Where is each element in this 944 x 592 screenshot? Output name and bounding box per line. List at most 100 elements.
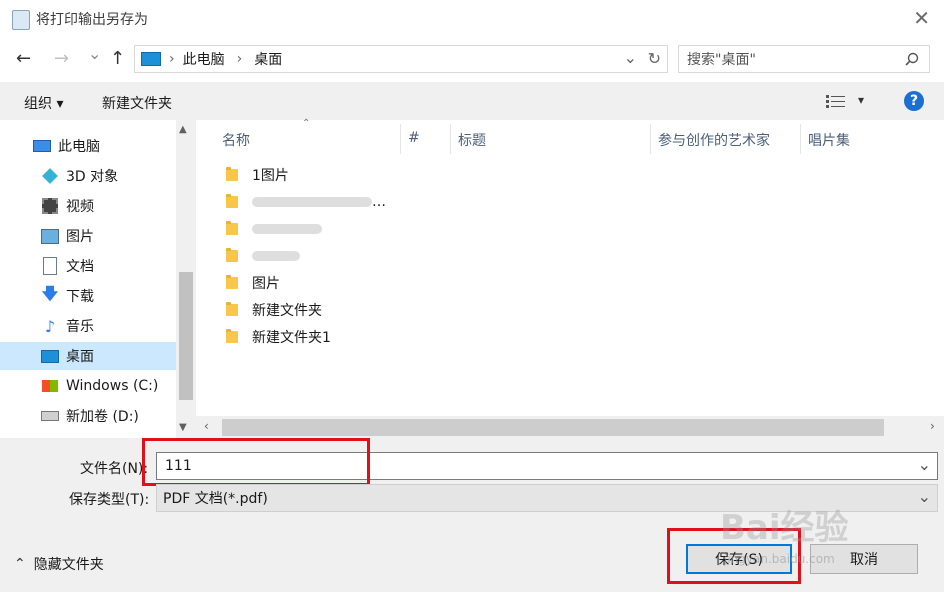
sidebar-item-drive-d[interactable]: 新加卷 (D:) xyxy=(40,402,139,430)
help-icon[interactable]: ? xyxy=(904,91,924,111)
close-icon[interactable]: ✕ xyxy=(913,6,930,30)
up-icon[interactable]: ↑ xyxy=(110,48,125,69)
sidebar-item-label: 下载 xyxy=(66,289,94,305)
back-icon[interactable]: ← xyxy=(16,48,31,69)
sidebar-item-documents[interactable]: 文档 xyxy=(40,252,94,280)
scroll-down-icon[interactable]: ▼ xyxy=(179,422,187,433)
hide-folders-toggle[interactable]: ⌃ 隐藏文件夹 xyxy=(14,554,104,574)
sidebar-item-label: Windows (C:) xyxy=(66,378,159,394)
column-header-title[interactable]: 标题 xyxy=(458,130,486,150)
scroll-left-icon[interactable]: ‹ xyxy=(204,419,209,433)
breadcrumb-separator: › xyxy=(169,51,175,67)
sidebar-item-label: 新加卷 (D:) xyxy=(66,409,139,425)
folder-icon xyxy=(226,194,238,208)
sidebar-item-downloads[interactable]: 🡇 下载 xyxy=(40,282,94,310)
baidu-watermark: Bai经验 xyxy=(720,508,849,548)
filename-label: 文件名(N): xyxy=(80,461,149,477)
folder-row[interactable]: 1图片 xyxy=(226,162,289,188)
sidebar-item-label: 文档 xyxy=(66,259,94,275)
file-list: ⌃ 名称 # 标题 参与创作的艺术家 唱片集 1图片 … 图片 新建文件夹 新建… xyxy=(196,118,944,416)
drive-d-icon xyxy=(40,407,60,425)
column-header-number[interactable]: # xyxy=(408,130,420,146)
sidebar-item-label: 视频 xyxy=(66,199,94,215)
pc-icon xyxy=(32,137,52,155)
sidebar-item-music[interactable]: ♪ 音乐 xyxy=(40,312,94,340)
window-title: 将打印输出另存为 xyxy=(36,12,148,28)
folder-row[interactable]: 新建文件夹 xyxy=(226,297,322,323)
hide-folders-label: 隐藏文件夹 xyxy=(33,557,104,573)
column-divider xyxy=(650,124,651,154)
column-header-album[interactable]: 唱片集 xyxy=(808,130,850,150)
drive-c-icon xyxy=(40,377,60,395)
breadcrumb-desktop[interactable]: 桌面 xyxy=(254,49,282,69)
music-icon: ♪ xyxy=(44,316,56,336)
sort-ascending-icon: ⌃ xyxy=(302,118,311,129)
sidebar-scroll-thumb[interactable] xyxy=(179,272,193,400)
file-type-label: 保存类型(T): xyxy=(69,492,150,508)
blurred-name xyxy=(252,224,322,234)
folder-row[interactable] xyxy=(226,216,322,242)
sidebar-item-3d-objects[interactable]: 3D 对象 xyxy=(40,162,118,190)
scroll-right-icon[interactable]: › xyxy=(930,419,935,433)
chevron-up-icon: ⌃ xyxy=(14,556,26,572)
folder-icon xyxy=(226,275,238,289)
recent-locations-icon[interactable]: ⌄ xyxy=(88,44,101,63)
sidebar-item-label: 此电脑 xyxy=(58,139,100,155)
pictures-icon xyxy=(40,227,60,245)
video-icon xyxy=(40,197,60,215)
blurred-name xyxy=(252,251,300,261)
download-icon: 🡇 xyxy=(41,283,59,303)
folder-icon xyxy=(226,248,238,262)
folder-row[interactable] xyxy=(226,243,300,269)
search-input[interactable]: 搜索"桌面" xyxy=(687,49,756,69)
baidu-watermark-url: jingyan.baidu.com xyxy=(724,552,835,566)
search-icon[interactable] xyxy=(905,52,919,66)
column-header-artist[interactable]: 参与创作的艺术家 xyxy=(658,130,770,150)
sidebar-item-label: 图片 xyxy=(66,229,94,245)
filename-dropdown-icon[interactable]: ⌄ xyxy=(918,455,931,474)
sidebar-item-label: 音乐 xyxy=(66,319,94,335)
file-list-scroll-thumb[interactable] xyxy=(222,419,884,436)
folder-icon xyxy=(226,167,238,181)
new-folder-button[interactable]: 新建文件夹 xyxy=(102,93,172,113)
column-divider xyxy=(400,124,401,154)
folder-name: 图片 xyxy=(252,276,280,292)
sidebar-item-desktop[interactable]: 桌面 xyxy=(40,342,94,370)
organize-button[interactable]: 组织 ▾ xyxy=(24,93,63,113)
folder-row[interactable]: 新建文件夹1 xyxy=(226,324,331,350)
folder-row[interactable]: … xyxy=(226,189,386,215)
file-type-value: PDF 文档(*.pdf) xyxy=(163,491,268,507)
sidebar-item-pictures[interactable]: 图片 xyxy=(40,222,94,250)
sidebar-item-label: 3D 对象 xyxy=(66,169,119,185)
sidebar-item-label: 桌面 xyxy=(66,349,94,365)
folder-icon xyxy=(226,302,238,316)
highlight-box xyxy=(142,438,370,486)
folder-name: 新建文件夹1 xyxy=(252,330,331,346)
folder-icon xyxy=(226,221,238,235)
sidebar-item-this-pc[interactable]: 此电脑 xyxy=(32,132,100,160)
breadcrumb-this-pc[interactable]: 此电脑 xyxy=(183,49,225,69)
search-box[interactable]: 搜索"桌面" xyxy=(678,45,930,73)
address-dropdown-icon[interactable]: ⌄ xyxy=(624,48,637,67)
notepad-icon xyxy=(12,10,30,30)
3d-objects-icon xyxy=(40,167,60,185)
file-type-dropdown-icon[interactable]: ⌄ xyxy=(918,487,931,506)
folder-name: … xyxy=(372,194,386,210)
column-divider xyxy=(450,124,451,154)
folder-row[interactable]: 图片 xyxy=(226,270,280,296)
refresh-icon[interactable]: ↻ xyxy=(648,49,661,68)
view-list-icon[interactable] xyxy=(826,94,846,108)
desktop-icon xyxy=(141,52,161,66)
blurred-name xyxy=(252,197,372,207)
address-bar[interactable]: › 此电脑 › 桌面 ⌄ ↻ xyxy=(134,45,668,73)
sidebar-item-video[interactable]: 视频 xyxy=(40,192,94,220)
folder-icon xyxy=(226,329,238,343)
breadcrumb-separator: › xyxy=(236,51,243,67)
sidebar-item-drive-c[interactable]: Windows (C:) xyxy=(40,372,158,400)
scroll-up-icon[interactable]: ▲ xyxy=(179,124,187,135)
documents-icon xyxy=(40,257,60,275)
forward-icon[interactable]: → xyxy=(54,48,69,69)
folder-name: 新建文件夹 xyxy=(252,303,322,319)
view-dropdown-icon[interactable]: ▾ xyxy=(858,93,864,107)
column-header-name[interactable]: 名称 xyxy=(222,130,250,150)
